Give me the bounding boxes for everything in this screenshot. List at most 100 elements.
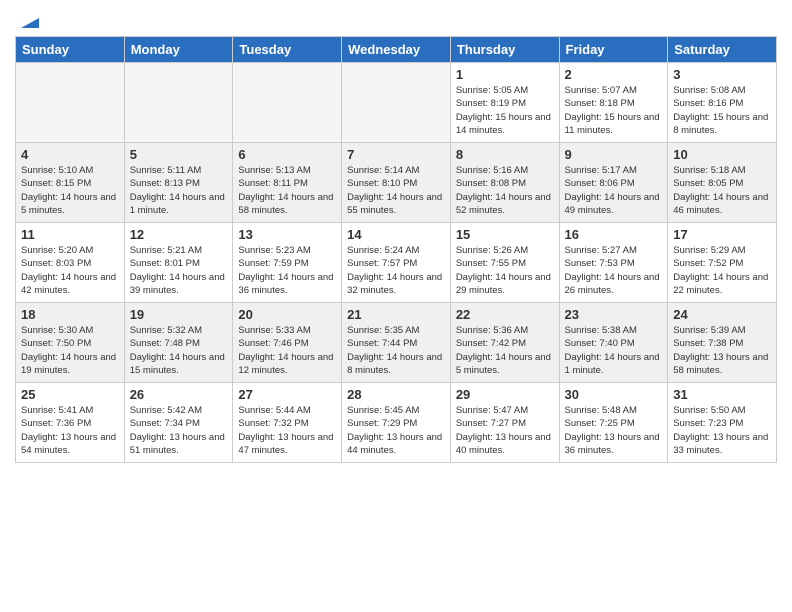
day-info: Sunrise: 5:47 AMSunset: 7:27 PMDaylight:… [456,404,554,457]
day-number: 15 [456,227,554,242]
day-number: 31 [673,387,771,402]
day-info: Sunrise: 5:08 AMSunset: 8:16 PMDaylight:… [673,84,771,137]
day-info: Sunrise: 5:36 AMSunset: 7:42 PMDaylight:… [456,324,554,377]
day-info: Sunrise: 5:29 AMSunset: 7:52 PMDaylight:… [673,244,771,297]
calendar-cell: 26 Sunrise: 5:42 AMSunset: 7:34 PMDayligh… [124,383,233,463]
calendar-cell: 28 Sunrise: 5:45 AMSunset: 7:29 PMDayligh… [342,383,451,463]
day-info: Sunrise: 5:48 AMSunset: 7:25 PMDaylight:… [565,404,663,457]
calendar-cell: 31Sunrise: 5:50 AMSunset: 7:23 PMDayligh… [668,383,777,463]
calendar-cell [124,63,233,143]
calendar-cell: 17 Sunrise: 5:29 AMSunset: 7:52 PMDayligh… [668,223,777,303]
weekday-header-row: SundayMondayTuesdayWednesdayThursdayFrid… [16,37,777,63]
day-info: Sunrise: 5:42 AMSunset: 7:34 PMDaylight:… [130,404,228,457]
calendar-cell: 1 Sunrise: 5:05 AMSunset: 8:19 PMDaylight… [450,63,559,143]
day-number: 26 [130,387,228,402]
day-number: 1 [456,67,554,82]
week-row-3: 18 Sunrise: 5:30 AMSunset: 7:50 PMDayligh… [16,303,777,383]
weekday-header-wednesday: Wednesday [342,37,451,63]
week-row-4: 25Sunrise: 5:41 AMSunset: 7:36 PMDayligh… [16,383,777,463]
day-number: 2 [565,67,663,82]
day-number: 6 [238,147,336,162]
day-info: Sunrise: 5:26 AMSunset: 7:55 PMDaylight:… [456,244,554,297]
weekday-header-friday: Friday [559,37,668,63]
day-info: Sunrise: 5:27 AMSunset: 7:53 PMDaylight:… [565,244,663,297]
day-info: Sunrise: 5:07 AMSunset: 8:18 PMDaylight:… [565,84,663,137]
day-info: Sunrise: 5:16 AMSunset: 8:08 PMDaylight:… [456,164,554,217]
day-number: 22 [456,307,554,322]
day-number: 10 [673,147,771,162]
week-row-2: 11 Sunrise: 5:20 AMSunset: 8:03 PMDayligh… [16,223,777,303]
day-number: 12 [130,227,228,242]
page-container: SundayMondayTuesdayWednesdayThursdayFrid… [0,0,792,473]
day-number: 13 [238,227,336,242]
calendar-cell [16,63,125,143]
calendar-cell: 4 Sunrise: 5:10 AMSunset: 8:15 PMDaylight… [16,143,125,223]
day-info: Sunrise: 5:45 AMSunset: 7:29 PMDaylight:… [347,404,445,457]
day-info: Sunrise: 5:23 AMSunset: 7:59 PMDaylight:… [238,244,336,297]
calendar-cell: 9Sunrise: 5:17 AMSunset: 8:06 PMDaylight… [559,143,668,223]
day-info: Sunrise: 5:30 AMSunset: 7:50 PMDaylight:… [21,324,119,377]
day-number: 4 [21,147,119,162]
calendar-cell: 7 Sunrise: 5:14 AMSunset: 8:10 PMDaylight… [342,143,451,223]
day-info: Sunrise: 5:14 AMSunset: 8:10 PMDaylight:… [347,164,445,217]
week-row-1: 4 Sunrise: 5:10 AMSunset: 8:15 PMDaylight… [16,143,777,223]
calendar-cell: 13 Sunrise: 5:23 AMSunset: 7:59 PMDayligh… [233,223,342,303]
day-info: Sunrise: 5:41 AMSunset: 7:36 PMDaylight:… [21,404,119,457]
calendar-cell: 23Sunrise: 5:38 AMSunset: 7:40 PMDayligh… [559,303,668,383]
day-number: 3 [673,67,771,82]
week-row-0: 1 Sunrise: 5:05 AMSunset: 8:19 PMDaylight… [16,63,777,143]
day-number: 18 [21,307,119,322]
day-number: 8 [456,147,554,162]
day-number: 28 [347,387,445,402]
day-number: 29 [456,387,554,402]
calendar-cell: 11 Sunrise: 5:20 AMSunset: 8:03 PMDayligh… [16,223,125,303]
calendar-cell: 14Sunrise: 5:24 AMSunset: 7:57 PMDayligh… [342,223,451,303]
day-info: Sunrise: 5:13 AMSunset: 8:11 PMDaylight:… [238,164,336,217]
day-number: 14 [347,227,445,242]
calendar-cell [342,63,451,143]
calendar-cell: 12 Sunrise: 5:21 AMSunset: 8:01 PMDayligh… [124,223,233,303]
day-number: 30 [565,387,663,402]
calendar-cell: 22 Sunrise: 5:36 AMSunset: 7:42 PMDayligh… [450,303,559,383]
day-info: Sunrise: 5:38 AMSunset: 7:40 PMDaylight:… [565,324,663,377]
day-info: Sunrise: 5:39 AMSunset: 7:38 PMDaylight:… [673,324,771,377]
day-info: Sunrise: 5:05 AMSunset: 8:19 PMDaylight:… [456,84,554,137]
calendar-cell [233,63,342,143]
day-info: Sunrise: 5:44 AMSunset: 7:32 PMDaylight:… [238,404,336,457]
calendar-cell: 10 Sunrise: 5:18 AMSunset: 8:05 PMDayligh… [668,143,777,223]
logo-icon [17,10,39,32]
day-number: 19 [130,307,228,322]
day-info: Sunrise: 5:11 AMSunset: 8:13 PMDaylight:… [130,164,228,217]
calendar-cell: 30 Sunrise: 5:48 AMSunset: 7:25 PMDayligh… [559,383,668,463]
day-info: Sunrise: 5:21 AMSunset: 8:01 PMDaylight:… [130,244,228,297]
day-info: Sunrise: 5:18 AMSunset: 8:05 PMDaylight:… [673,164,771,217]
calendar-cell: 27 Sunrise: 5:44 AMSunset: 7:32 PMDayligh… [233,383,342,463]
weekday-header-saturday: Saturday [668,37,777,63]
day-number: 9 [565,147,663,162]
calendar-cell: 19Sunrise: 5:32 AMSunset: 7:48 PMDayligh… [124,303,233,383]
day-number: 5 [130,147,228,162]
header [15,10,777,28]
day-number: 21 [347,307,445,322]
day-info: Sunrise: 5:33 AMSunset: 7:46 PMDaylight:… [238,324,336,377]
calendar-cell: 24 Sunrise: 5:39 AMSunset: 7:38 PMDayligh… [668,303,777,383]
day-number: 27 [238,387,336,402]
day-info: Sunrise: 5:10 AMSunset: 8:15 PMDaylight:… [21,164,119,217]
calendar-table: SundayMondayTuesdayWednesdayThursdayFrid… [15,36,777,463]
day-number: 11 [21,227,119,242]
calendar-cell: 3 Sunrise: 5:08 AMSunset: 8:16 PMDaylight… [668,63,777,143]
weekday-header-tuesday: Tuesday [233,37,342,63]
calendar-cell: 6 Sunrise: 5:13 AMSunset: 8:11 PMDaylight… [233,143,342,223]
logo [15,10,39,28]
day-info: Sunrise: 5:20 AMSunset: 8:03 PMDaylight:… [21,244,119,297]
calendar-cell: 8 Sunrise: 5:16 AMSunset: 8:08 PMDaylight… [450,143,559,223]
calendar-cell: 25Sunrise: 5:41 AMSunset: 7:36 PMDayligh… [16,383,125,463]
calendar-cell: 2 Sunrise: 5:07 AMSunset: 8:18 PMDaylight… [559,63,668,143]
day-info: Sunrise: 5:35 AMSunset: 7:44 PMDaylight:… [347,324,445,377]
day-number: 24 [673,307,771,322]
day-number: 17 [673,227,771,242]
day-number: 7 [347,147,445,162]
day-number: 16 [565,227,663,242]
calendar-cell: 16 Sunrise: 5:27 AMSunset: 7:53 PMDayligh… [559,223,668,303]
weekday-header-thursday: Thursday [450,37,559,63]
